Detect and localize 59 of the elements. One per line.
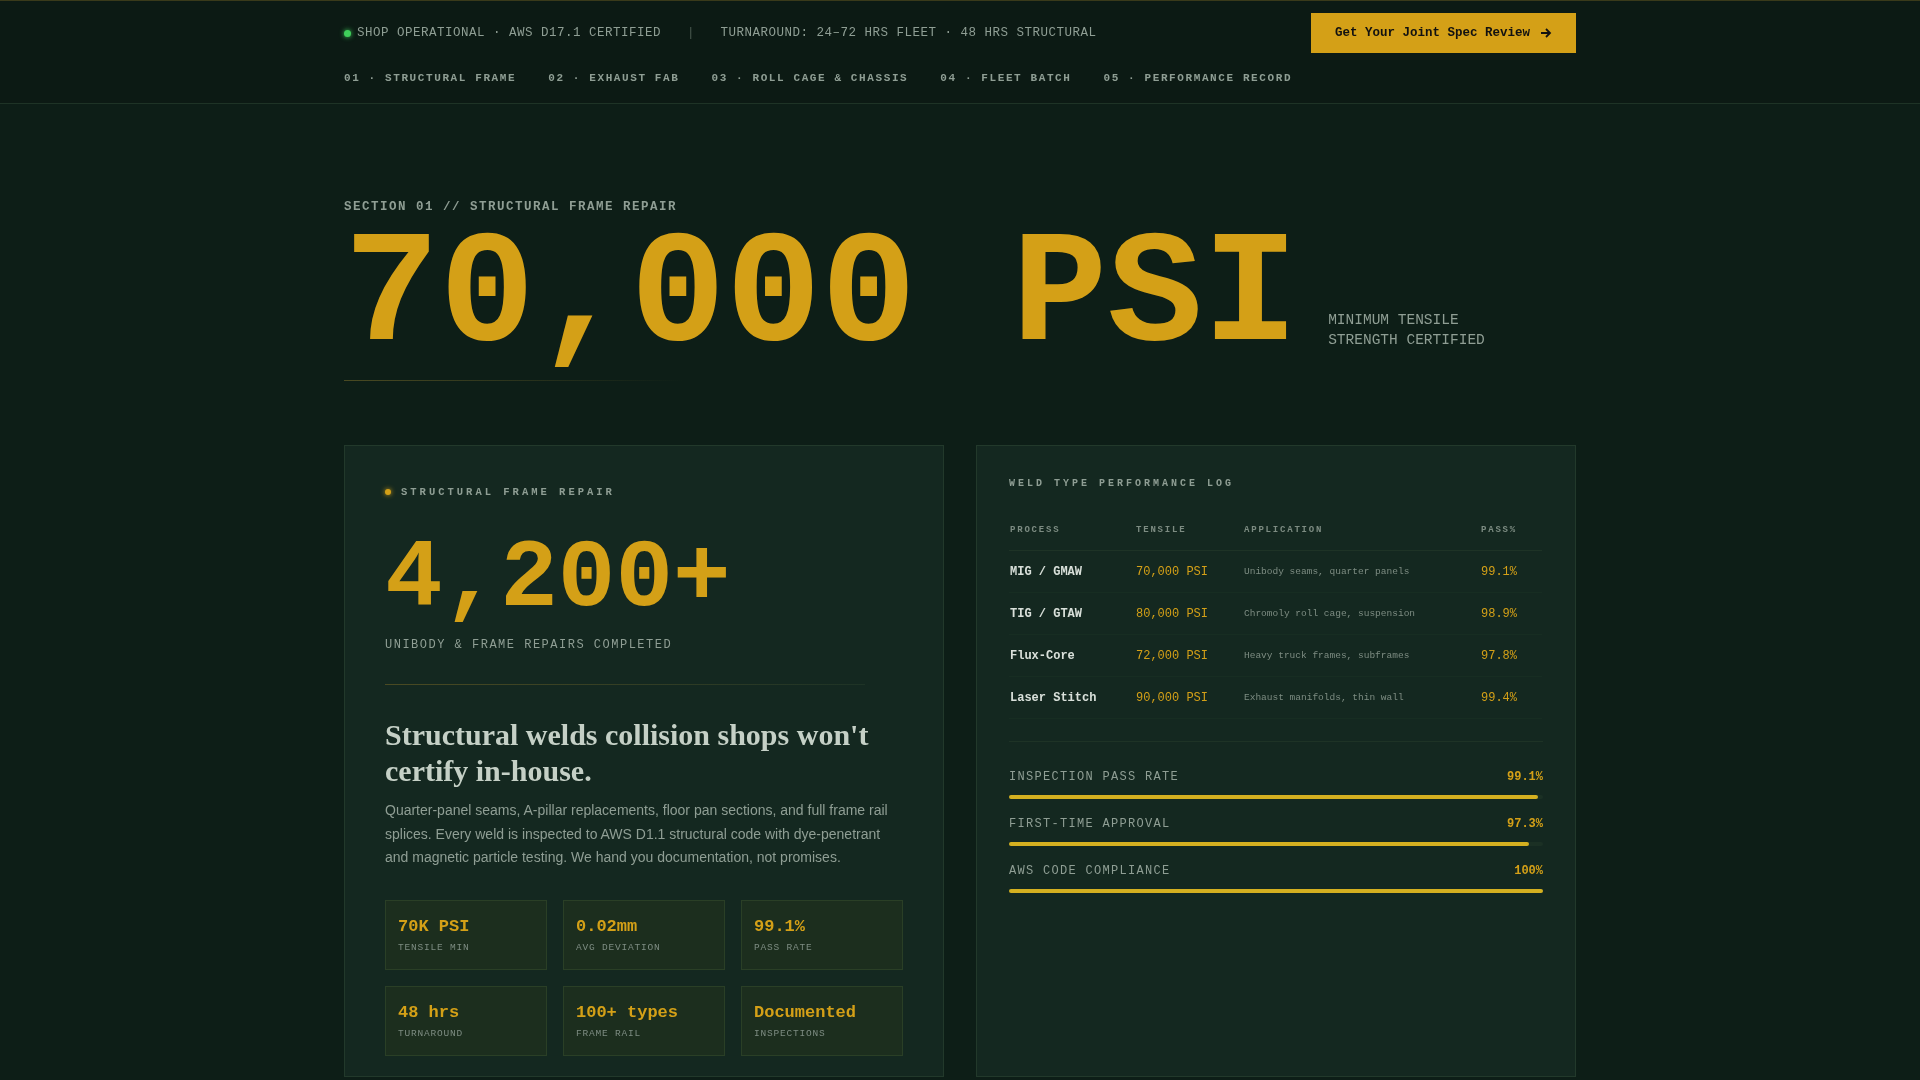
hero-caption: MINIMUM TENSILE STRENGTH CERTIFIED: [1328, 311, 1486, 350]
section-eyebrow: SECTION 01 // STRUCTURAL FRAME REPAIR: [344, 200, 679, 214]
table-cell: Flux-Core: [1010, 648, 1075, 663]
stat-value: 48 hrs: [398, 1002, 461, 1022]
stat-label: TURNAROUND: [398, 1027, 464, 1039]
stat-label: PASS RATE: [754, 941, 814, 953]
column-header: APPLICATION: [1243, 525, 1480, 551]
meter-reading: 100%: [1514, 864, 1543, 878]
nav-link[interactable]: 04 · FLEET BATCH: [940, 72, 1072, 84]
stat-value: 0.02mm: [576, 916, 639, 936]
card-description: Quarter-panel seams, A-pillar replacements, floor pan sections, and full frame rail splices. Every weld is inspected to AWS D1.1 structural code with dye-penetrant and magnetic particle testing. We hand you documentation, not promises.: [385, 801, 889, 867]
meter-reading: 97.3%: [1507, 817, 1543, 831]
separator: |: [687, 26, 695, 40]
stat-value: Documented: [754, 1002, 858, 1022]
table-cell: 99.1%: [1481, 564, 1517, 579]
table-cell: MIG / GMAW: [1010, 564, 1082, 579]
spec-review-button[interactable]: Get Your Joint Spec Review: [1310, 13, 1576, 53]
card-tag: STRUCTURAL FRAME REPAIR: [401, 486, 615, 498]
stat-value: 100+ types: [576, 1002, 680, 1022]
stat-label: INSPECTIONS: [754, 1027, 827, 1039]
table-cell: 70,000 PSI: [1136, 564, 1208, 579]
nav-link[interactable]: 05 · PERFORMANCE RECORD: [1103, 72, 1293, 84]
stat-label: FRAME RAIL: [576, 1027, 642, 1039]
table-cell: Unibody seams, quarter panels: [1244, 566, 1410, 577]
stat-label: TENSILE MIN: [398, 941, 471, 953]
meter-label: INSPECTION PASS RATE: [1009, 770, 1180, 784]
card-heading: Structural welds collision shops won't certify in-house.: [385, 717, 870, 789]
stat-label: AVG DEVIATION: [576, 941, 662, 953]
count-label: UNIBODY & FRAME REPAIRS COMPLETED: [385, 638, 674, 652]
log-title: WELD TYPE PERFORMANCE LOG: [1009, 478, 1236, 489]
table-cell: 99.4%: [1481, 690, 1517, 705]
column-header: TENSILE: [1135, 525, 1243, 551]
table-cell: 80,000 PSI: [1136, 606, 1208, 621]
table-cell: 90,000 PSI: [1136, 690, 1208, 705]
shop-status: SHOP OPERATIONAL · AWS D17.1 CERTIFIED: [357, 26, 662, 40]
nav-link[interactable]: 02 · EXHAUST FAB: [548, 72, 680, 84]
status-dot-icon: [344, 29, 351, 37]
tag-dot-icon: [385, 489, 391, 495]
arrow-right-icon: [1540, 27, 1552, 39]
meter-reading: 99.1%: [1507, 770, 1543, 784]
column-header: PROCESS: [1009, 525, 1135, 551]
table-cell: Exhaust manifolds, thin wall: [1244, 692, 1404, 703]
table-cell: Heavy truck frames, subframes: [1244, 650, 1410, 661]
table-cell: Laser Stitch: [1010, 690, 1097, 705]
table-cell: 72,000 PSI: [1136, 648, 1208, 663]
table-cell: TIG / GTAW: [1010, 606, 1082, 621]
column-header: PASS%: [1480, 525, 1542, 551]
turnaround-info: TURNAROUND: 24–72 HRS FLEET · 48 HRS STRUCTURAL: [720, 26, 1097, 40]
nav-link[interactable]: 03 · ROLL CAGE & CHASSIS: [711, 72, 909, 84]
table-cell: 98.9%: [1481, 606, 1517, 621]
stat-value: 70K PSI: [398, 916, 471, 936]
meter-label: AWS CODE COMPLIANCE: [1009, 864, 1171, 878]
stat-value: 99.1%: [754, 916, 806, 936]
repairs-count: 4,200+: [385, 532, 731, 628]
meter-label: FIRST-TIME APPROVAL: [1009, 817, 1171, 831]
hero-figure: 70,000 PSI: [344, 222, 1299, 372]
table-cell: 97.8%: [1481, 648, 1517, 663]
table-cell: Chromoly roll cage, suspension: [1244, 608, 1416, 619]
nav-link[interactable]: 01 · STRUCTURAL FRAME: [344, 72, 517, 84]
